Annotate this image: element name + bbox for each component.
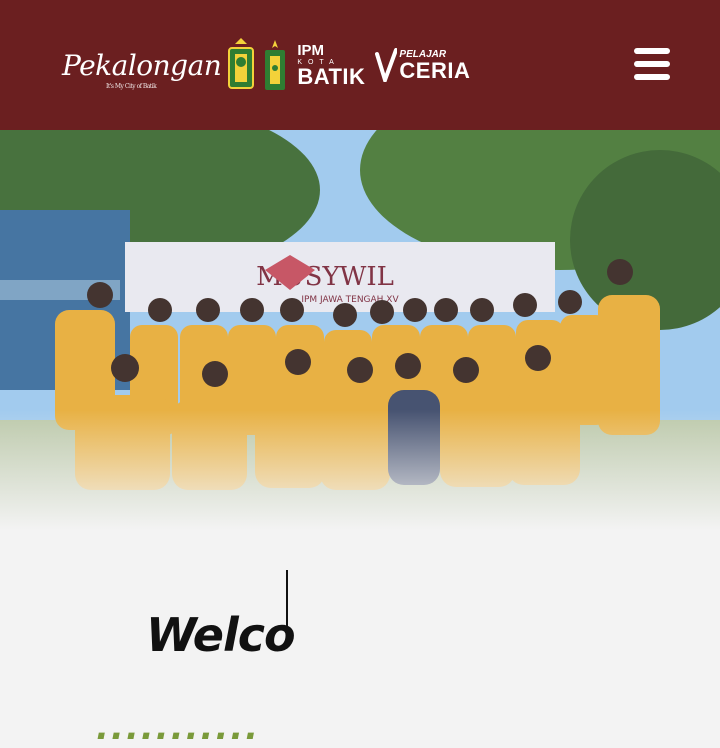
pekalongan-logo: Pekalongan It's My City of Batik — [62, 48, 222, 90]
pekalongan-logo-text: Pekalongan — [62, 48, 222, 82]
logo-group[interactable]: Pekalongan It's My City of Batik IPM KOT… — [62, 30, 470, 100]
ceria-text: CERIA — [399, 58, 471, 83]
city-emblem-icon — [228, 38, 255, 89]
top-navbar: Pekalongan It's My City of Batik IPM KOT… — [0, 0, 720, 130]
pelajar-ceria-logo: PELAJAR CERIA — [375, 48, 470, 82]
ipm-emblem-icon — [265, 40, 286, 90]
welcome-heading: Welco — [146, 607, 296, 662]
partially-visible-text: ........... — [96, 708, 261, 748]
batik-text: BATIK — [297, 64, 366, 89]
typing-caret — [286, 570, 288, 642]
ipm-text: IPM — [297, 42, 324, 59]
check-swoosh-icon — [375, 48, 398, 82]
hamburger-menu-icon[interactable] — [634, 48, 670, 80]
hero-fade-overlay — [0, 410, 720, 530]
ipm-kota-batik-logo: IPM KOTA BATIK — [297, 42, 366, 89]
pekalongan-tagline: It's My City of Batik — [106, 82, 157, 90]
hero-group-photo: MUSYWIL IPM JAWA TENGAH XV — [0, 130, 720, 530]
